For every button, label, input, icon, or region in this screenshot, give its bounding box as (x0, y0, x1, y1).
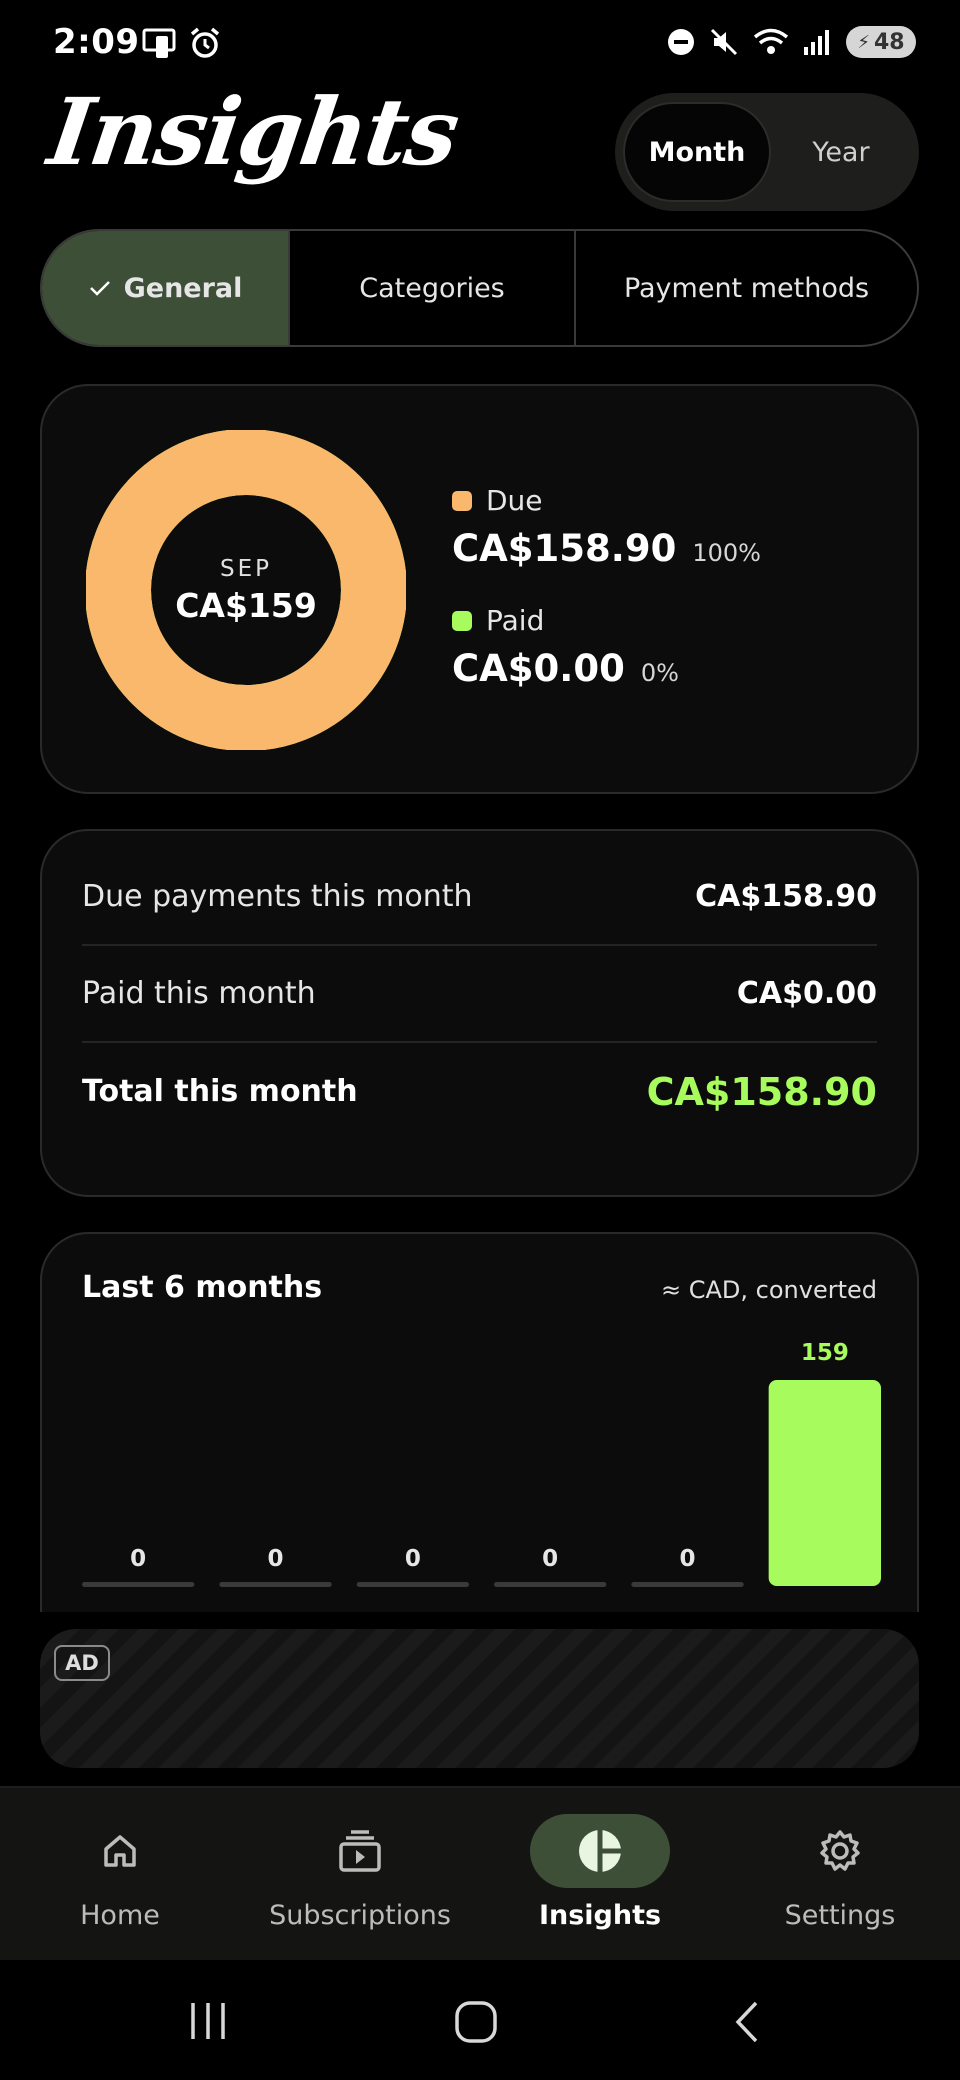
summary-due-value: CA$158.90 (695, 879, 877, 914)
battery-indicator: ⚡ 48 (846, 26, 916, 58)
tab-categories[interactable]: Categories (290, 231, 576, 345)
legend-paid-percent: 0% (640, 659, 679, 687)
summary-row-due: Due payments this month CA$158.90 (82, 849, 877, 946)
period-toggle: Month Year (615, 93, 919, 211)
back-button[interactable] (728, 2000, 768, 2044)
home-icon (104, 1835, 136, 1867)
system-navigation-bar (0, 1960, 960, 2080)
chart-data-label: 0 (679, 1546, 695, 1572)
status-time: 2:09 (53, 22, 140, 62)
monthly-summary-card: Due payments this month CA$158.90 Paid t… (40, 829, 919, 1197)
alarm-icon (190, 27, 220, 58)
chart-data-label: 159 (801, 1340, 849, 1366)
battery-level: 48 (874, 29, 905, 55)
last-6-months-card: Last 6 months ≈ CAD, converted 0 0 0 0 0 159 (40, 1232, 919, 1612)
chart-data-label: 0 (542, 1546, 558, 1572)
screen-mirror-icon (142, 28, 176, 58)
tab-general-label: General (123, 272, 243, 304)
insights-tabs: General Categories Payment methods (40, 229, 919, 347)
summary-paid-value: CA$0.00 (736, 976, 877, 1011)
home-button[interactable] (454, 2000, 498, 2044)
bottom-navigation: Home Subscriptions Insights Settings (0, 1786, 960, 1960)
chart-data-label: 0 (267, 1546, 283, 1572)
ad-badge: AD (54, 1645, 110, 1681)
summary-paid-label: Paid this month (82, 976, 316, 1011)
nav-settings[interactable]: Settings (720, 1788, 960, 1960)
nav-home-label: Home (80, 1900, 160, 1931)
battery-icon: ⚡ (857, 31, 870, 53)
chart-data-label: 0 (405, 1546, 421, 1572)
page-title: Insights (42, 78, 464, 186)
status-bar: 2:09 ⚡ 48 (0, 0, 960, 90)
legend-due-amount: CA$158.90 (452, 527, 677, 570)
nav-insights[interactable]: Insights (480, 1788, 720, 1960)
summary-row-paid: Paid this month CA$0.00 (82, 946, 877, 1043)
ad-banner[interactable]: AD (40, 1629, 919, 1768)
status-right-icons: ⚡ 48 (666, 26, 916, 58)
six-month-bar-chart: 0 0 0 0 0 159 (82, 1340, 881, 1587)
chart-bar (219, 1582, 332, 1587)
chart-bar (82, 1582, 195, 1587)
chart-bar (631, 1582, 744, 1587)
summary-due-label: Due payments this month (82, 879, 473, 914)
checkmark-icon (89, 281, 110, 296)
legend-paid-label: Paid (486, 604, 545, 637)
nav-subscriptions[interactable]: Subscriptions (240, 1788, 480, 1960)
donut-total: CA$159 (175, 585, 317, 625)
signal-icon (804, 30, 829, 55)
gear-icon (820, 1830, 860, 1871)
chart-bar (356, 1582, 469, 1587)
legend-paid-amount: CA$0.00 (452, 647, 625, 690)
summary-total-label: Total this month (82, 1074, 358, 1109)
tab-general[interactable]: General (42, 231, 290, 345)
chart-data-label: 0 (130, 1546, 146, 1572)
chart-bar (768, 1380, 881, 1586)
mute-icon (710, 28, 738, 56)
status-left-icons (142, 26, 222, 60)
tab-payment-methods[interactable]: Payment methods (576, 231, 917, 345)
legend-due: Due CA$158.90 100% (452, 484, 761, 570)
legend-due-label: Due (486, 484, 543, 517)
paid-color-dot (452, 610, 472, 631)
legend-due-percent: 100% (692, 539, 761, 567)
chart-bar (494, 1582, 607, 1587)
period-year-button[interactable]: Year (771, 102, 911, 202)
summary-total-value: CA$158.90 (646, 1069, 877, 1114)
recents-button[interactable] (187, 2000, 229, 2042)
due-color-dot (452, 490, 472, 511)
dnd-icon (668, 29, 694, 55)
nav-settings-label: Settings (784, 1900, 896, 1931)
legend-paid: Paid CA$0.00 0% (452, 604, 679, 690)
wifi-icon (753, 28, 789, 54)
insights-icon (579, 1830, 621, 1872)
overview-card: SEP CA$159 Due CA$158.90 100% Paid CA$0.… (40, 384, 919, 794)
nav-subscriptions-label: Subscriptions (269, 1900, 451, 1931)
subscriptions-icon (339, 1830, 381, 1872)
donut-month: SEP (219, 555, 272, 582)
summary-row-total: Total this month CA$158.90 (82, 1043, 877, 1140)
nav-home[interactable]: Home (0, 1788, 240, 1960)
period-month-button[interactable]: Month (623, 102, 771, 202)
nav-insights-label: Insights (538, 1900, 662, 1931)
donut-center-label: SEP CA$159 (86, 430, 406, 750)
